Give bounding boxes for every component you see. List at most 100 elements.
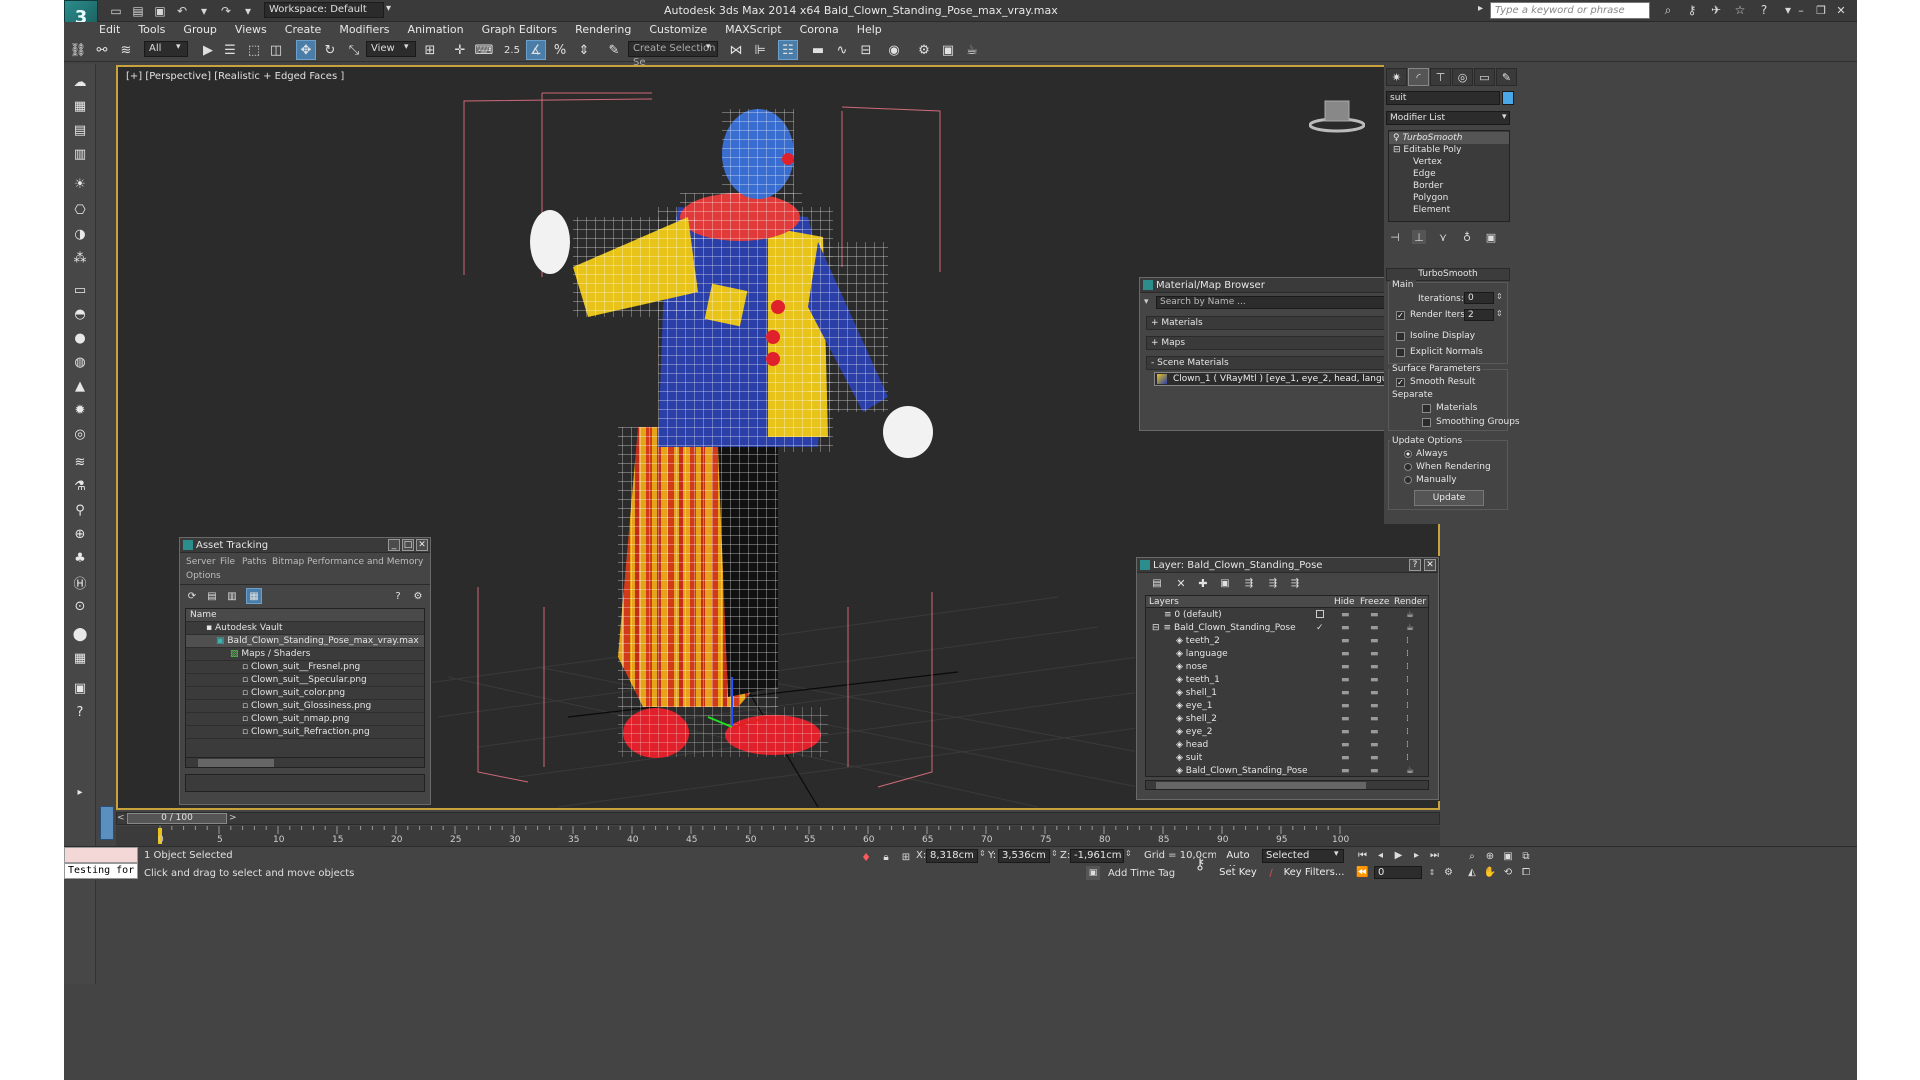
time-configuration-icon[interactable]: ⚙ bbox=[1442, 866, 1455, 879]
delete-layer-icon[interactable]: ✕ bbox=[1173, 575, 1189, 591]
render-dots-icon[interactable]: ⁞ bbox=[1406, 713, 1409, 725]
hide-all-layers-icon[interactable]: ⇶ bbox=[1265, 575, 1281, 591]
col-hide[interactable]: Hide bbox=[1334, 597, 1355, 607]
key-mode-toggle-icon[interactable]: ⏪ bbox=[1356, 866, 1369, 879]
motion-tab-icon[interactable]: ◎ bbox=[1452, 68, 1473, 86]
selected-set-dropdown[interactable]: Selected bbox=[1262, 849, 1344, 863]
render-dots-icon[interactable]: ⁞ bbox=[1406, 661, 1409, 673]
menu-corona[interactable]: Corona bbox=[791, 22, 848, 38]
update-always-radio[interactable] bbox=[1404, 450, 1412, 458]
graphite-ribbon-icon[interactable]: ▬ bbox=[808, 40, 828, 60]
layer-hscrollbar[interactable] bbox=[1145, 780, 1429, 790]
edit-named-selection-icon[interactable]: ✎ bbox=[604, 40, 624, 60]
add-time-tag[interactable]: Add Time Tag bbox=[1108, 868, 1175, 879]
plane-icon[interactable]: ▭ bbox=[70, 280, 90, 300]
rectangular-selection-icon[interactable]: ⬚ bbox=[244, 40, 264, 60]
explicit-normals-checkbox[interactable] bbox=[1396, 348, 1405, 357]
time-prev-icon[interactable]: < bbox=[117, 813, 125, 824]
percent-snap-icon[interactable]: % bbox=[550, 40, 570, 60]
material-editor-icon[interactable]: ◉ bbox=[884, 40, 904, 60]
asset-row[interactable]: ▫ Clown_suit_Glossiness.png bbox=[186, 700, 424, 713]
spacewarp-icon[interactable]: ≋ bbox=[70, 452, 90, 472]
help-icon[interactable]: ? bbox=[1756, 2, 1772, 18]
layer-row[interactable]: ⊟ ≡ Bald_Clown_Standing_Pose ✓ ▬ ▬ ☕ bbox=[1146, 622, 1428, 635]
field-of-view-icon[interactable]: ◭ bbox=[1464, 865, 1480, 879]
save-icon[interactable]: ▣ bbox=[152, 3, 168, 19]
update-when-rendering-radio[interactable] bbox=[1404, 463, 1412, 471]
configure-sets-icon[interactable]: ▣ bbox=[1484, 230, 1498, 244]
stack-item-border[interactable]: Border bbox=[1413, 181, 1443, 191]
named-selection-chevron-icon[interactable]: ▾ bbox=[706, 42, 711, 52]
layer-row[interactable]: ◈ shell_1 ▬ ▬ ⁞ bbox=[1146, 687, 1428, 700]
communication-center-icon[interactable]: ✈ bbox=[1708, 2, 1724, 18]
hierarchy-icon[interactable]: ▤ bbox=[70, 120, 90, 140]
asset-minimize-icon[interactable]: _ bbox=[388, 539, 400, 551]
mirror-icon[interactable]: ⋈ bbox=[726, 40, 746, 60]
snaps-toggle-icon[interactable]: 2.5 bbox=[502, 40, 522, 60]
current-frame-field[interactable]: 0 bbox=[1374, 866, 1422, 879]
render-dots-icon[interactable]: ⁞ bbox=[1406, 674, 1409, 686]
x-spinner-icon[interactable]: ⇕ bbox=[979, 849, 986, 858]
close-icon[interactable]: ✕ bbox=[1834, 2, 1848, 18]
hemisphere-icon[interactable]: ◓ bbox=[70, 304, 90, 324]
time-tag-icon[interactable]: ▣ bbox=[1086, 866, 1100, 880]
viewcube-icon[interactable] bbox=[1309, 97, 1365, 133]
menu-graph-editors[interactable]: Graph Editors bbox=[473, 22, 567, 38]
select-by-name-icon[interactable]: ☰ bbox=[220, 40, 240, 60]
render-teapot-icon[interactable]: ☕ bbox=[1406, 622, 1414, 634]
active-layer-check-icon[interactable]: ✓ bbox=[1316, 622, 1324, 634]
auto-key-button[interactable]: Auto Key bbox=[1216, 849, 1260, 875]
stack-item-vertex[interactable]: Vertex bbox=[1413, 157, 1442, 167]
asset-menu-options[interactable]: Options bbox=[186, 571, 221, 581]
pivot-center-icon[interactable]: ⊞ bbox=[420, 40, 440, 60]
highlight-selected-icon[interactable]: ⇶ bbox=[1241, 575, 1257, 591]
create-layer-icon[interactable]: ▤ bbox=[1149, 575, 1165, 591]
time-next-icon[interactable]: > bbox=[229, 813, 237, 824]
favorites-star-icon[interactable]: ☆ bbox=[1732, 2, 1748, 18]
select-objects-in-layer-icon[interactable]: ▣ bbox=[1217, 575, 1233, 591]
play-icon[interactable]: ▶ bbox=[1392, 849, 1405, 862]
render-dots-icon[interactable]: ⁞ bbox=[1406, 739, 1409, 751]
menu-modifiers[interactable]: Modifiers bbox=[330, 22, 398, 38]
layer-row[interactable]: ≡ 0 (default) ▬ ▬ ☕ bbox=[1146, 609, 1428, 622]
layer-close-icon[interactable]: ✕ bbox=[1424, 559, 1436, 571]
utilities-tab-icon[interactable]: ✎ bbox=[1496, 68, 1517, 86]
asset-row[interactable]: ▫ Clown_suit__Specular.png bbox=[186, 674, 424, 687]
select-and-link-icon[interactable]: ⛓ bbox=[68, 40, 88, 60]
hair-fur-icon[interactable]: Ⓗ bbox=[70, 572, 90, 592]
viewport-label[interactable]: [+] [Perspective] [Realistic + Edged Fac… bbox=[126, 71, 344, 82]
zoom-all-icon[interactable]: ⊕ bbox=[1482, 849, 1498, 863]
particles-icon[interactable]: ⁂ bbox=[70, 248, 90, 268]
object-name-field[interactable]: suit bbox=[1386, 91, 1500, 105]
align-icon[interactable]: ⊫ bbox=[750, 40, 770, 60]
zoom-extents-all-icon[interactable]: ⧉ bbox=[1518, 849, 1534, 863]
grid-view-icon[interactable]: ▦ bbox=[246, 588, 262, 604]
geosphere-icon[interactable]: ◍ bbox=[70, 352, 90, 372]
layer-row[interactable]: ◈ eye_2 ▬ ▬ ⁞ bbox=[1146, 726, 1428, 739]
grid-map-icon[interactable]: ▦ bbox=[70, 648, 90, 668]
collapse-icon[interactable]: ⊟ bbox=[1393, 145, 1403, 155]
render-dots-icon[interactable]: ⁞ bbox=[1406, 648, 1409, 660]
menu-tools[interactable]: Tools bbox=[129, 22, 174, 38]
select-object-icon[interactable]: ▶ bbox=[198, 40, 218, 60]
make-unique-icon[interactable]: ⋎ bbox=[1436, 230, 1450, 244]
y-spinner-icon[interactable]: ⇕ bbox=[1051, 849, 1058, 858]
subscription-key-icon[interactable]: ⚷ bbox=[1684, 2, 1700, 18]
modify-tab-icon[interactable]: ◜ bbox=[1408, 68, 1429, 86]
layer-manager-icon[interactable]: ☷ bbox=[778, 40, 798, 60]
iterations-spinner[interactable]: 0 bbox=[1464, 292, 1494, 304]
select-manipulate-icon[interactable]: ✛ bbox=[450, 40, 470, 60]
col-layers[interactable]: Layers bbox=[1149, 597, 1179, 607]
asset-menu-file[interactable]: File bbox=[220, 557, 235, 567]
render-sphere-icon[interactable]: ⬤ bbox=[70, 624, 90, 644]
stack-item-element[interactable]: Element bbox=[1413, 205, 1450, 215]
layer-row[interactable]: ◈ suit ▬ ▬ ⁞ bbox=[1146, 752, 1428, 765]
mini-curve-toggle[interactable] bbox=[100, 806, 114, 840]
modifier-list-dropdown[interactable]: Modifier List bbox=[1386, 111, 1510, 125]
render-teapot-icon[interactable]: ☕ bbox=[1406, 609, 1414, 621]
redo-icon[interactable]: ↷ bbox=[218, 3, 234, 19]
stack-item-editable-poly[interactable]: ⊟ Editable Poly bbox=[1393, 145, 1461, 155]
browser-options-chevron-icon[interactable]: ▾ bbox=[1144, 297, 1149, 307]
named-selection-sets-dropdown[interactable]: Create Selection Se bbox=[628, 41, 718, 68]
keyboard-shortcut-override-icon[interactable]: ⌨ bbox=[474, 40, 494, 60]
